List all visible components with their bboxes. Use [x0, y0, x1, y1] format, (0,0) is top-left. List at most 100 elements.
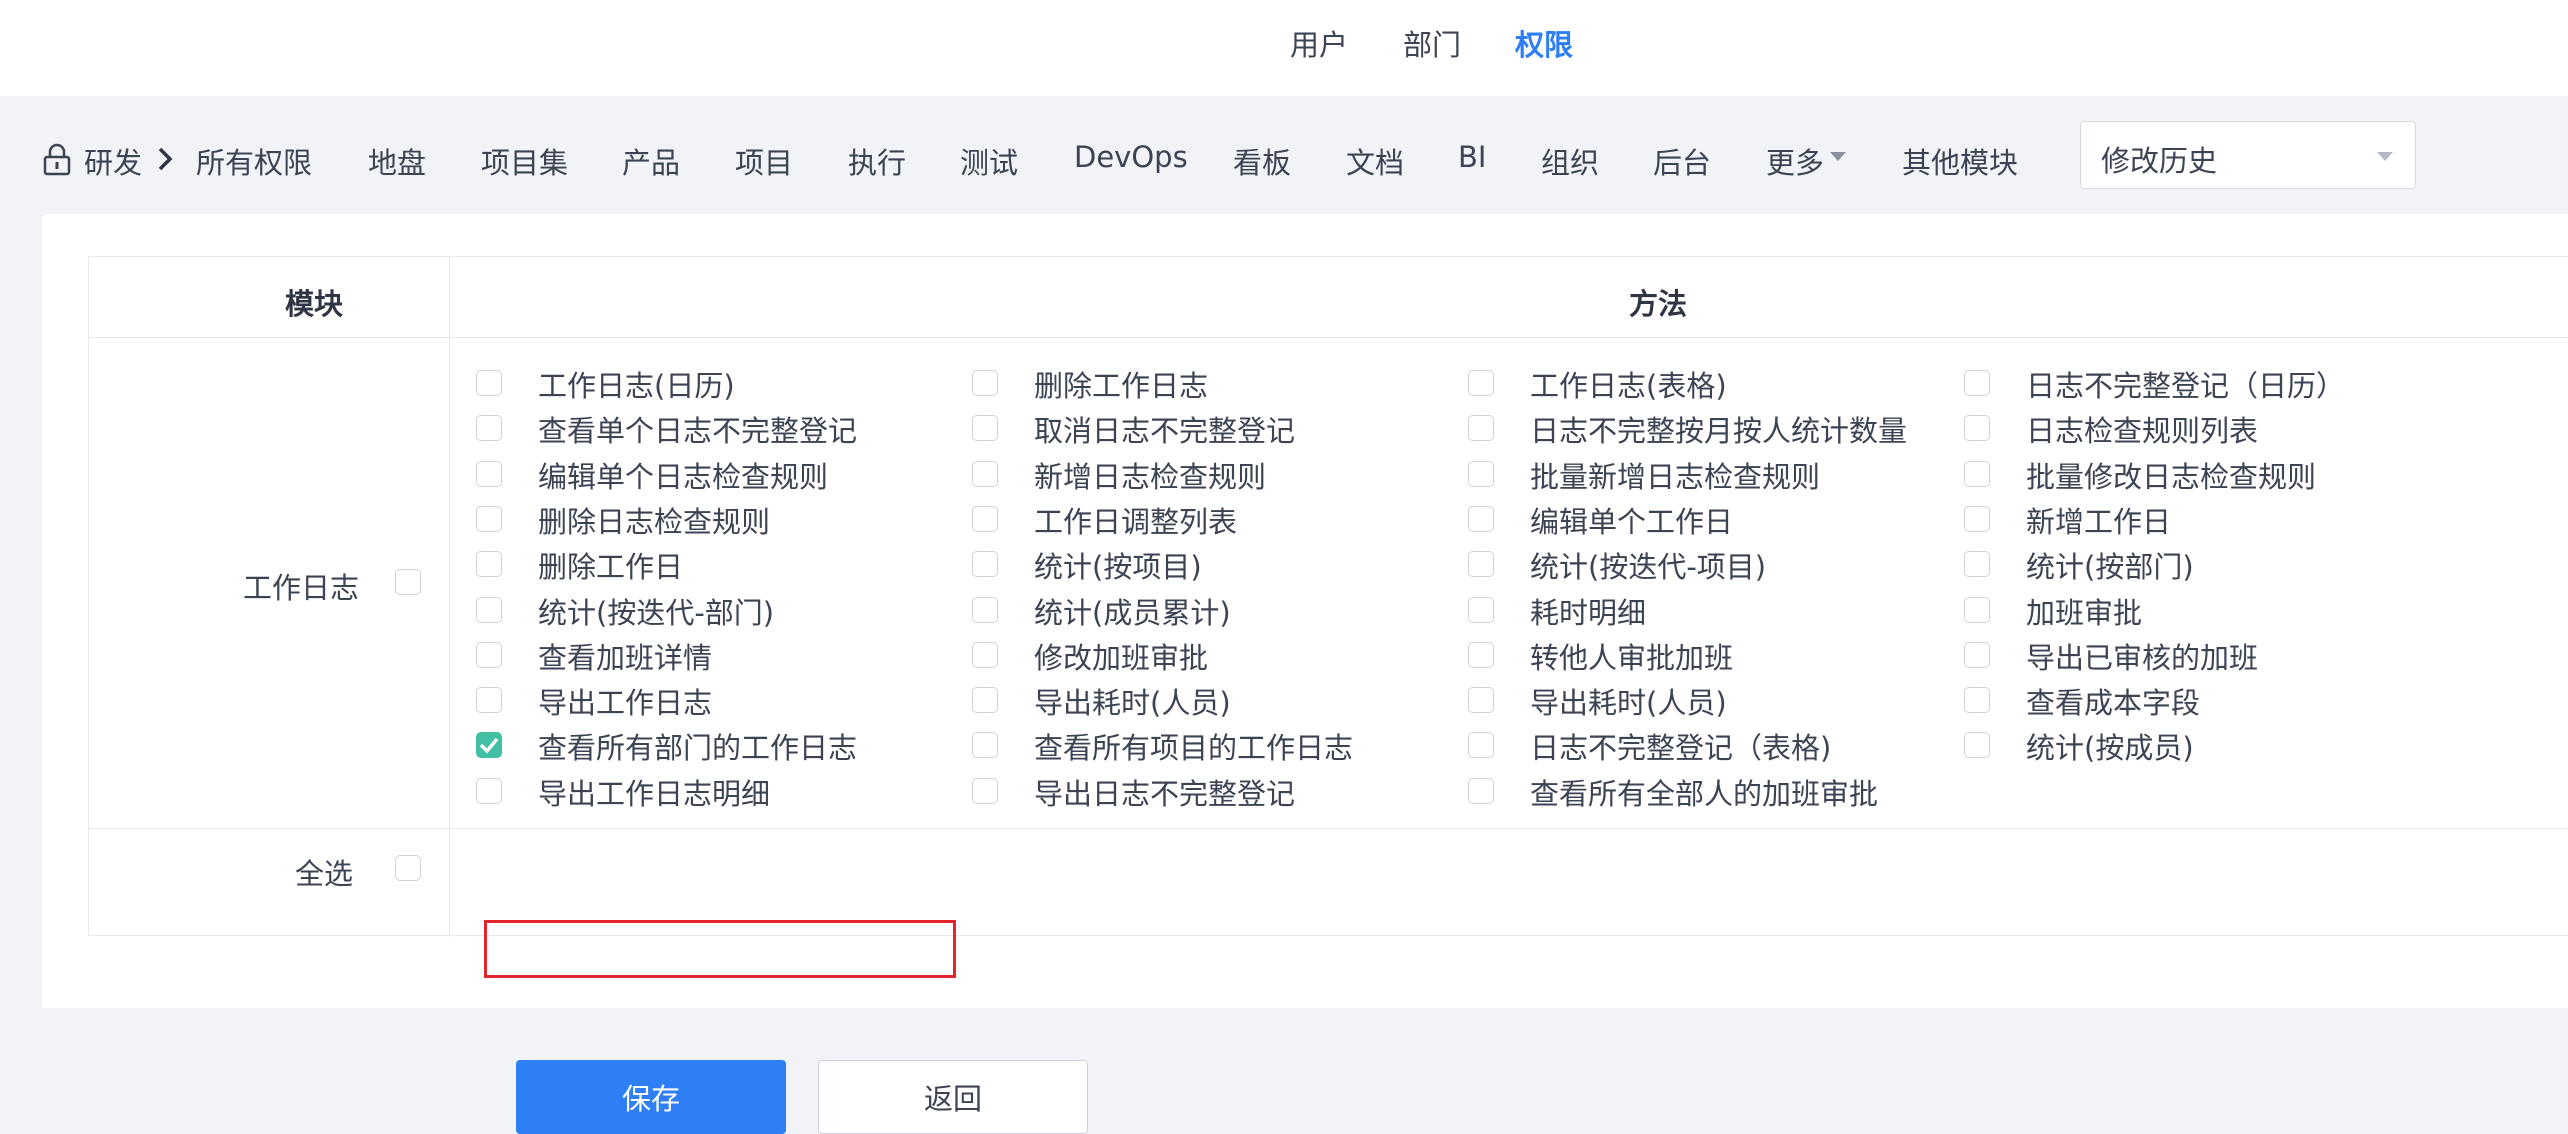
method-checkbox[interactable] — [476, 641, 502, 668]
method-label: 删除工作日 — [538, 550, 684, 585]
method-checkbox[interactable] — [972, 415, 998, 442]
method-checkbox[interactable] — [972, 505, 998, 532]
header-divider — [89, 337, 2568, 338]
method-checkbox[interactable] — [476, 460, 502, 487]
method-label: 工作日调整列表 — [1034, 504, 1238, 539]
nav-organization[interactable]: 组织 — [1541, 140, 1599, 182]
method-checkbox[interactable] — [972, 551, 998, 578]
nav-test[interactable]: 测试 — [960, 140, 1018, 182]
method-label: 导出耗时(人员) — [1530, 686, 1727, 721]
method-label: 导出耗时(人员) — [1034, 686, 1231, 721]
method-label: 批量新增日志检查规则 — [1530, 459, 1821, 494]
method-label: 导出日志不完整登记 — [1034, 776, 1296, 811]
check-icon — [479, 738, 499, 754]
method-label: 查看所有项目的工作日志 — [1034, 731, 1354, 766]
method-checkbox[interactable] — [1468, 687, 1494, 714]
module-column-header: 模块 — [285, 287, 344, 321]
module-checkbox[interactable] — [395, 569, 421, 595]
method-checkbox[interactable] — [1468, 551, 1494, 578]
method-checkbox[interactable] — [1964, 415, 1990, 442]
method-checkbox[interactable] — [1468, 370, 1494, 396]
nav-project[interactable]: 项目 — [735, 140, 793, 182]
method-checkbox[interactable] — [1468, 732, 1494, 759]
method-checkbox[interactable] — [1964, 687, 1990, 714]
method-checkbox[interactable] — [1468, 777, 1494, 804]
method-checkbox[interactable] — [1468, 641, 1494, 668]
nav-all-permissions[interactable]: 所有权限 — [196, 140, 312, 182]
method-label: 查看加班详情 — [538, 640, 713, 675]
tab-users[interactable]: 用户 — [1290, 22, 1348, 64]
caret-down-icon — [1830, 152, 1846, 161]
nav-admin[interactable]: 后台 — [1653, 140, 1711, 182]
method-label: 取消日志不完整登记 — [1034, 414, 1296, 449]
method-label: 日志不完整按月按人统计数量 — [1530, 414, 1908, 449]
method-checkbox[interactable] — [1964, 370, 1990, 396]
method-checkbox[interactable] — [1964, 596, 1990, 623]
method-label: 新增日志检查规则 — [1034, 459, 1267, 494]
method-checkbox[interactable] — [972, 687, 998, 714]
method-checkbox[interactable] — [476, 370, 502, 396]
method-checkbox[interactable] — [1468, 415, 1494, 442]
nav-kanban[interactable]: 看板 — [1233, 140, 1291, 182]
method-column-header: 方法 — [1629, 287, 1688, 321]
history-select-value: 修改历史 — [2101, 144, 2218, 178]
nav-program[interactable]: 项目集 — [481, 140, 568, 182]
nav-dashboard[interactable]: 地盘 — [368, 140, 426, 182]
method-checkbox[interactable] — [476, 596, 502, 623]
save-button[interactable]: 保存 — [516, 1060, 786, 1134]
method-checkbox[interactable] — [972, 596, 998, 623]
method-label: 编辑单个日志检查规则 — [538, 459, 829, 494]
nav-other-modules[interactable]: 其他模块 — [1902, 140, 2018, 182]
nav-product[interactable]: 产品 — [622, 140, 680, 182]
method-label: 日志不完整登记（表格) — [1530, 731, 1832, 766]
method-label: 新增工作日 — [2026, 504, 2172, 539]
select-all-label: 全选 — [295, 857, 354, 891]
method-checkbox[interactable] — [1964, 460, 1990, 487]
breadcrumb-product[interactable]: 研发 — [84, 140, 142, 182]
method-checkbox[interactable] — [476, 505, 502, 532]
method-checkbox[interactable] — [972, 777, 998, 804]
method-checkbox[interactable] — [476, 777, 502, 804]
select-all-checkbox[interactable] — [395, 855, 421, 881]
history-select[interactable]: 修改历史 — [2080, 121, 2416, 189]
method-checkbox[interactable] — [1964, 732, 1990, 759]
method-checkbox[interactable] — [476, 415, 502, 442]
module-label: 工作日志 — [243, 571, 360, 605]
permission-panel: 模块 方法 工作日志 全选 工作日志(日历) 删除工作日志 工作日志(表格) 日志不完… — [42, 214, 2568, 1134]
method-label: 日志不完整登记（日历） — [2026, 369, 2346, 403]
method-label: 导出工作日志 — [538, 686, 713, 721]
method-label: 查看所有全部人的加班审批 — [1530, 776, 1879, 811]
nav-bi[interactable]: BI — [1458, 140, 1486, 174]
method-checkbox[interactable] — [972, 732, 998, 759]
method-checkbox[interactable] — [1468, 460, 1494, 487]
nav-doc[interactable]: 文档 — [1346, 140, 1404, 182]
method-label: 转他人审批加班 — [1530, 640, 1734, 675]
nav-more[interactable]: 更多 — [1766, 140, 1824, 182]
method-checkbox[interactable] — [476, 687, 502, 714]
method-label: 删除日志检查规则 — [538, 504, 771, 539]
method-checkbox[interactable] — [972, 370, 998, 396]
method-label: 修改加班审批 — [1034, 640, 1209, 675]
column-divider — [449, 257, 450, 937]
method-checkbox[interactable] — [1964, 505, 1990, 532]
nav-devops[interactable]: DevOps — [1074, 140, 1188, 174]
method-checkbox[interactable] — [476, 551, 502, 578]
method-label: 批量修改日志检查规则 — [2026, 459, 2317, 494]
nav-execution[interactable]: 执行 — [848, 140, 906, 182]
method-label: 统计(按迭代-部门) — [538, 595, 775, 630]
method-checkbox[interactable] — [1468, 596, 1494, 623]
chevron-right-icon — [158, 147, 173, 171]
highlight-box — [484, 920, 956, 978]
method-checkbox[interactable] — [476, 732, 502, 759]
method-checkbox[interactable] — [1964, 551, 1990, 578]
back-button[interactable]: 返回 — [818, 1060, 1088, 1134]
method-label: 工作日志(日历) — [538, 369, 735, 403]
tab-departments[interactable]: 部门 — [1403, 22, 1461, 64]
tab-permissions[interactable]: 权限 — [1515, 22, 1573, 64]
method-checkbox[interactable] — [972, 460, 998, 487]
method-label: 统计(按项目) — [1034, 550, 1202, 585]
method-label: 查看所有部门的工作日志 — [538, 731, 858, 766]
method-checkbox[interactable] — [1964, 641, 1990, 668]
method-checkbox[interactable] — [1468, 505, 1494, 532]
method-checkbox[interactable] — [972, 641, 998, 668]
